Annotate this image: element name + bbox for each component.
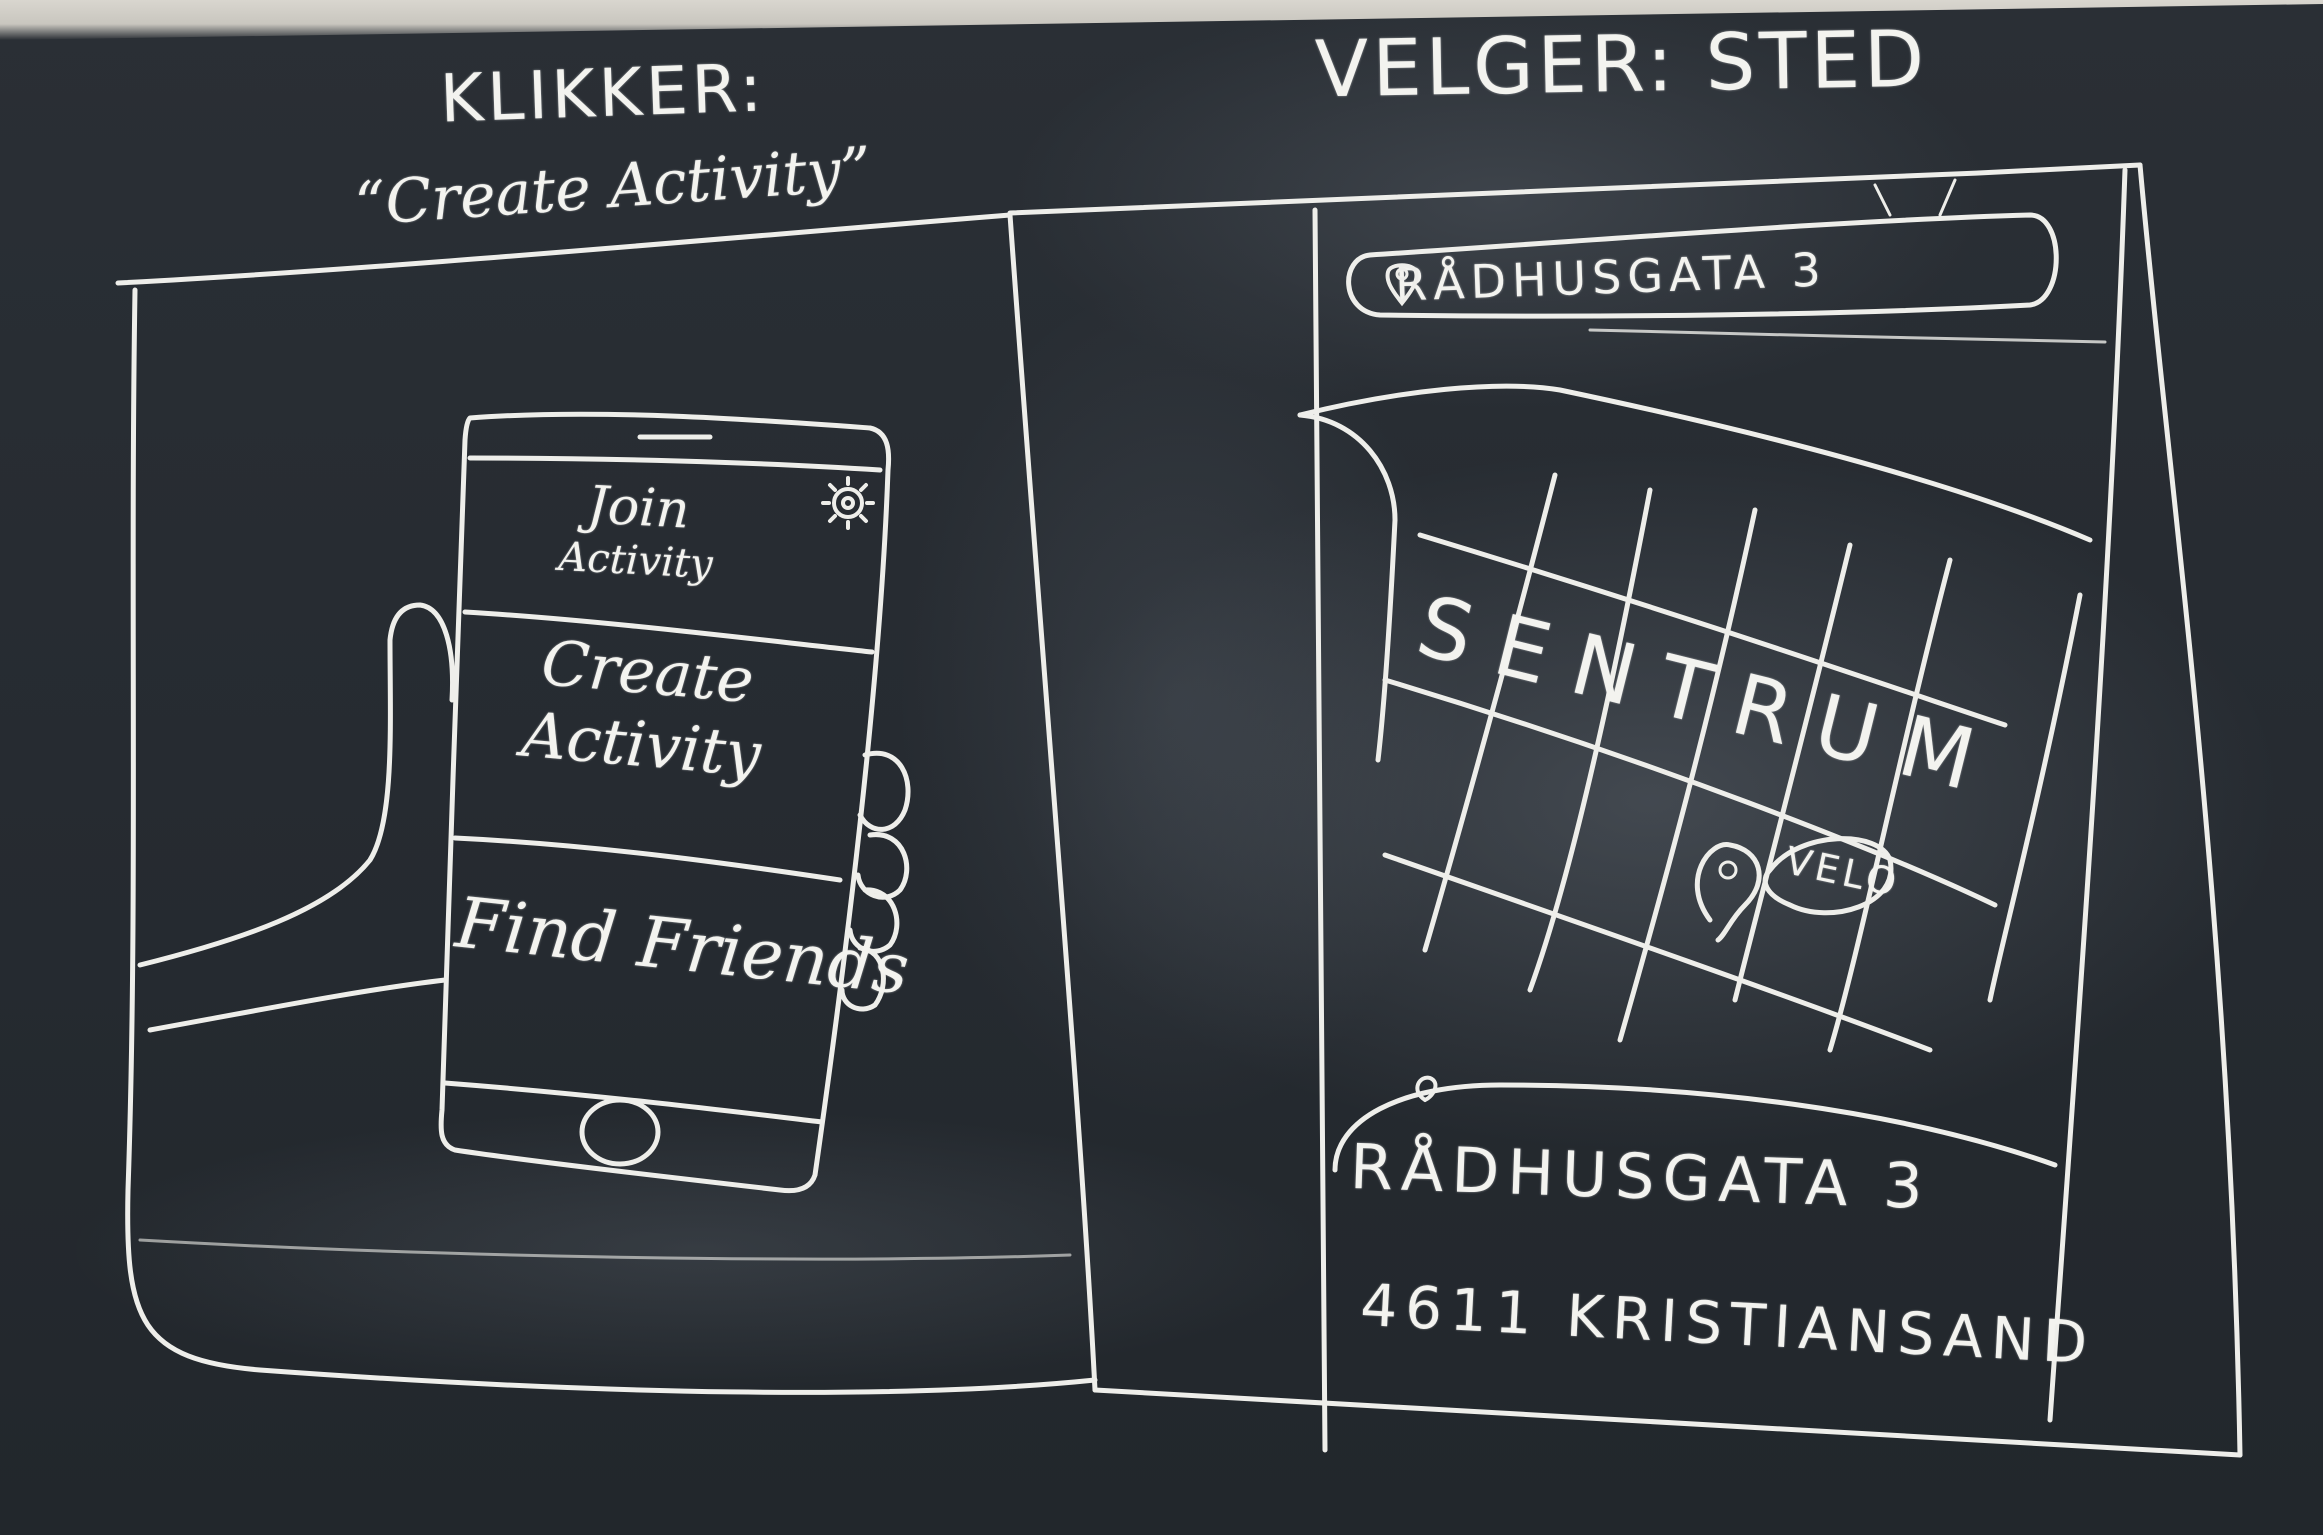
menu-item-line2: Activity [557,533,714,588]
home-button-icon[interactable] [579,1097,661,1167]
location-pin-icon [1385,263,1419,307]
gear-icon[interactable] [821,476,875,530]
right-frame [1007,162,2243,1458]
left-panel-heading: KLIKKER: [438,49,768,138]
right-panel-heading: VELGER: STED [1314,14,1929,116]
left-frame [115,212,1098,1395]
menu-item-create-activity[interactable]: Create Activity [519,625,770,791]
menu-item-join-activity[interactable]: Join Activity [557,474,717,588]
menu-item-line1: Join [585,475,691,541]
location-pin-icon[interactable] [1694,842,1762,943]
